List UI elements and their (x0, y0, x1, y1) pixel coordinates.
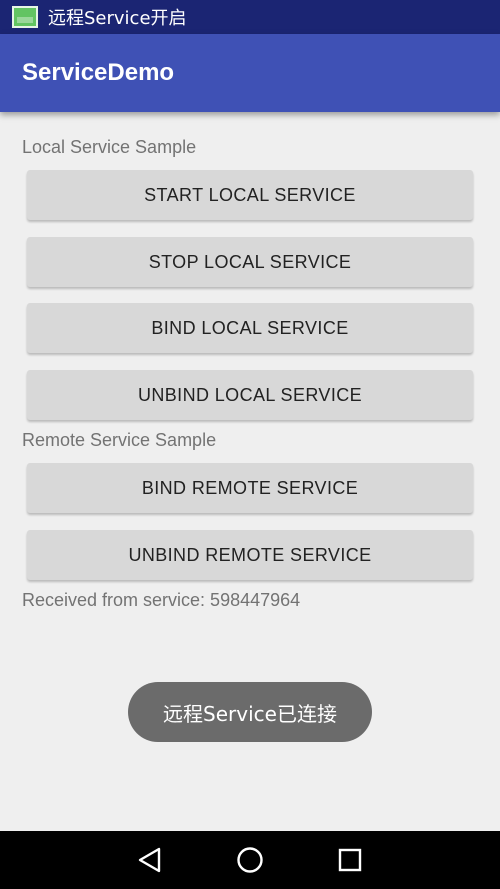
app-title: ServiceDemo (22, 59, 175, 86)
android-app-icon (12, 6, 38, 28)
home-circle-icon (237, 847, 263, 873)
unbind-remote-service-button[interactable]: UNBIND REMOTE SERVICE (27, 530, 473, 580)
start-local-service-button[interactable]: START LOCAL SERVICE (27, 170, 473, 220)
unbind-local-service-button[interactable]: UNBIND LOCAL SERVICE (27, 370, 473, 420)
back-triangle-icon (138, 847, 161, 873)
home-icon[interactable] (230, 840, 270, 880)
bind-local-service-button[interactable]: BIND LOCAL SERVICE (27, 303, 473, 353)
bind-remote-service-button[interactable]: BIND REMOTE SERVICE (27, 463, 473, 513)
status-notification-text: 远程Service开启 (48, 8, 187, 29)
remote-service-section-label: Remote Service Sample (22, 430, 217, 450)
recents-icon[interactable] (330, 840, 370, 880)
back-icon[interactable] (130, 840, 170, 880)
received-from-service-text: Received from service: 598447964 (22, 590, 301, 610)
local-service-section-label: Local Service Sample (22, 137, 197, 157)
toast-message: 远程Service已连接 (128, 682, 372, 742)
navigation-bar (0, 831, 500, 889)
recents-square-icon (338, 848, 362, 872)
status-bar: 远程Service开启 (0, 0, 500, 34)
app-bar: ServiceDemo (0, 34, 500, 112)
stop-local-service-button[interactable]: STOP LOCAL SERVICE (27, 237, 473, 287)
